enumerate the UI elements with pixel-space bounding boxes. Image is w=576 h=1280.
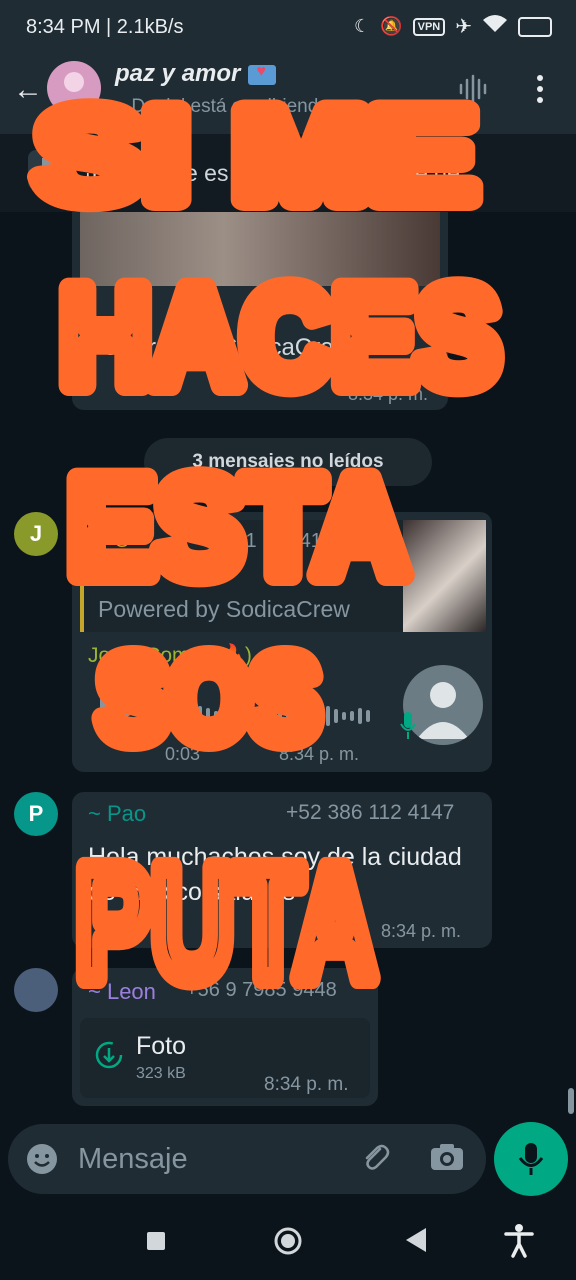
waveform-bar — [182, 707, 186, 725]
heart-emoji-icon — [248, 63, 277, 85]
sender-name: ~ Pao — [88, 801, 147, 826]
sender-phone: +52 386 112 4147 — [286, 801, 455, 824]
quoted-text: Powered by SodicaCrew — [98, 596, 350, 622]
file-size: 323 kB — [136, 1065, 186, 1082]
waveform-bar — [246, 705, 250, 727]
back-arrow-icon[interactable]: ← — [8, 70, 48, 110]
status-icons: ☾ 🔕 VPN ✈ 62 — [354, 14, 552, 39]
waveform-bar — [198, 706, 202, 726]
chat-title[interactable]: paz y amor — [115, 60, 277, 88]
status-time: 8:34 PM | 2.1kB/s — [26, 16, 184, 38]
waveform-bar — [326, 706, 330, 726]
pin-icon — [28, 150, 68, 190]
unread-messages-divider: 3 mensajes no leídos — [144, 438, 432, 486]
typing-status: ~ Daniel está escribiendo... — [115, 96, 345, 117]
waveform-bar — [166, 712, 170, 720]
file-title: Foto — [136, 1032, 187, 1060]
waveform-bar — [206, 708, 210, 724]
sender-name: José (Compa 🔥) — [88, 644, 252, 667]
waveform-bar — [334, 709, 338, 723]
quoted-sender-phone: +52 1 11 0418 3844 — [206, 530, 384, 552]
waveform-bar — [238, 706, 242, 726]
pinned-message-text: ¡Hola! Este es un mundo de parte de... — [84, 160, 480, 186]
waveform-bar — [302, 713, 306, 719]
sender-phone: +56 9 7985 9448 — [186, 979, 337, 1001]
mic-button[interactable] — [494, 1122, 568, 1196]
more-vertical-icon[interactable] — [528, 72, 552, 106]
waveform-bar — [222, 712, 226, 720]
waveform-bar — [270, 712, 274, 720]
scrollbar-thumb[interactable] — [568, 1088, 574, 1114]
recent-apps-icon[interactable] — [147, 1232, 165, 1250]
message-text: Hola muchachos soy de la ciudad de Mexic… — [88, 843, 462, 906]
waveform-bar — [262, 710, 266, 722]
image-preview[interactable] — [80, 212, 440, 286]
waveform-bar — [358, 708, 362, 724]
vpn-badge: VPN — [412, 17, 446, 36]
play-icon[interactable] — [100, 694, 134, 732]
chat-title-text: paz y amor — [115, 60, 241, 87]
waveform-bar — [294, 711, 298, 721]
message-time: 8:34 p. m. — [264, 1074, 349, 1095]
waveform-bar — [174, 709, 178, 723]
waveform-bar — [350, 711, 354, 721]
waveform-bar — [278, 709, 282, 723]
accessibility-icon[interactable] — [504, 1224, 534, 1258]
sender-avatar[interactable]: P — [14, 792, 58, 836]
waveform-bar — [230, 709, 234, 723]
airplane-icon: ✈ — [455, 16, 472, 38]
mic-icon — [400, 710, 416, 740]
paperclip-icon[interactable] — [358, 1140, 392, 1174]
waveform-bar — [150, 713, 154, 719]
home-icon[interactable] — [273, 1226, 303, 1256]
quoted-sender-name: ~ S — [98, 530, 129, 552]
message-text: Powered by SodicaCrew — [88, 334, 351, 361]
waveform-bar — [190, 710, 194, 722]
message-input[interactable] — [78, 1138, 348, 1180]
battery-level: 62 — [528, 20, 542, 33]
quote-accent-bar — [80, 520, 84, 632]
sender-avatar[interactable] — [14, 968, 58, 1012]
voice-chat-icon[interactable] — [456, 72, 490, 106]
battery-icon: 62 — [518, 16, 552, 37]
download-icon[interactable] — [94, 1040, 124, 1070]
mic-icon — [518, 1143, 544, 1175]
sender-name: ~ Leon — [88, 979, 156, 1004]
bell-off-icon: 🔕 — [380, 16, 403, 36]
camera-icon[interactable] — [429, 1140, 465, 1174]
waveform-bar — [286, 707, 290, 725]
emoji-icon[interactable] — [25, 1142, 59, 1176]
waveform-bar — [342, 712, 346, 720]
sender-avatar[interactable]: J — [14, 512, 58, 556]
waveform-bar — [254, 707, 258, 725]
moon-icon: ☾ — [354, 16, 371, 36]
audio-duration: 0:03 — [165, 744, 201, 764]
group-avatar[interactable] — [47, 61, 101, 115]
quoted-thumbnail — [403, 520, 486, 632]
message-time: 8:34 p. m. — [381, 921, 462, 941]
back-nav-icon[interactable] — [406, 1228, 426, 1252]
message-time: 8:34 p. m. — [348, 384, 429, 404]
waveform-bar — [158, 711, 162, 721]
audio-waveform[interactable] — [150, 704, 374, 728]
waveform-bar — [318, 708, 322, 724]
image-icon — [98, 570, 116, 586]
wifi-icon — [482, 14, 508, 39]
waveform-bar — [310, 710, 314, 722]
waveform-bar — [214, 711, 218, 721]
message-time: 8:34 p. m. — [279, 744, 360, 764]
waveform-bar — [366, 710, 370, 722]
